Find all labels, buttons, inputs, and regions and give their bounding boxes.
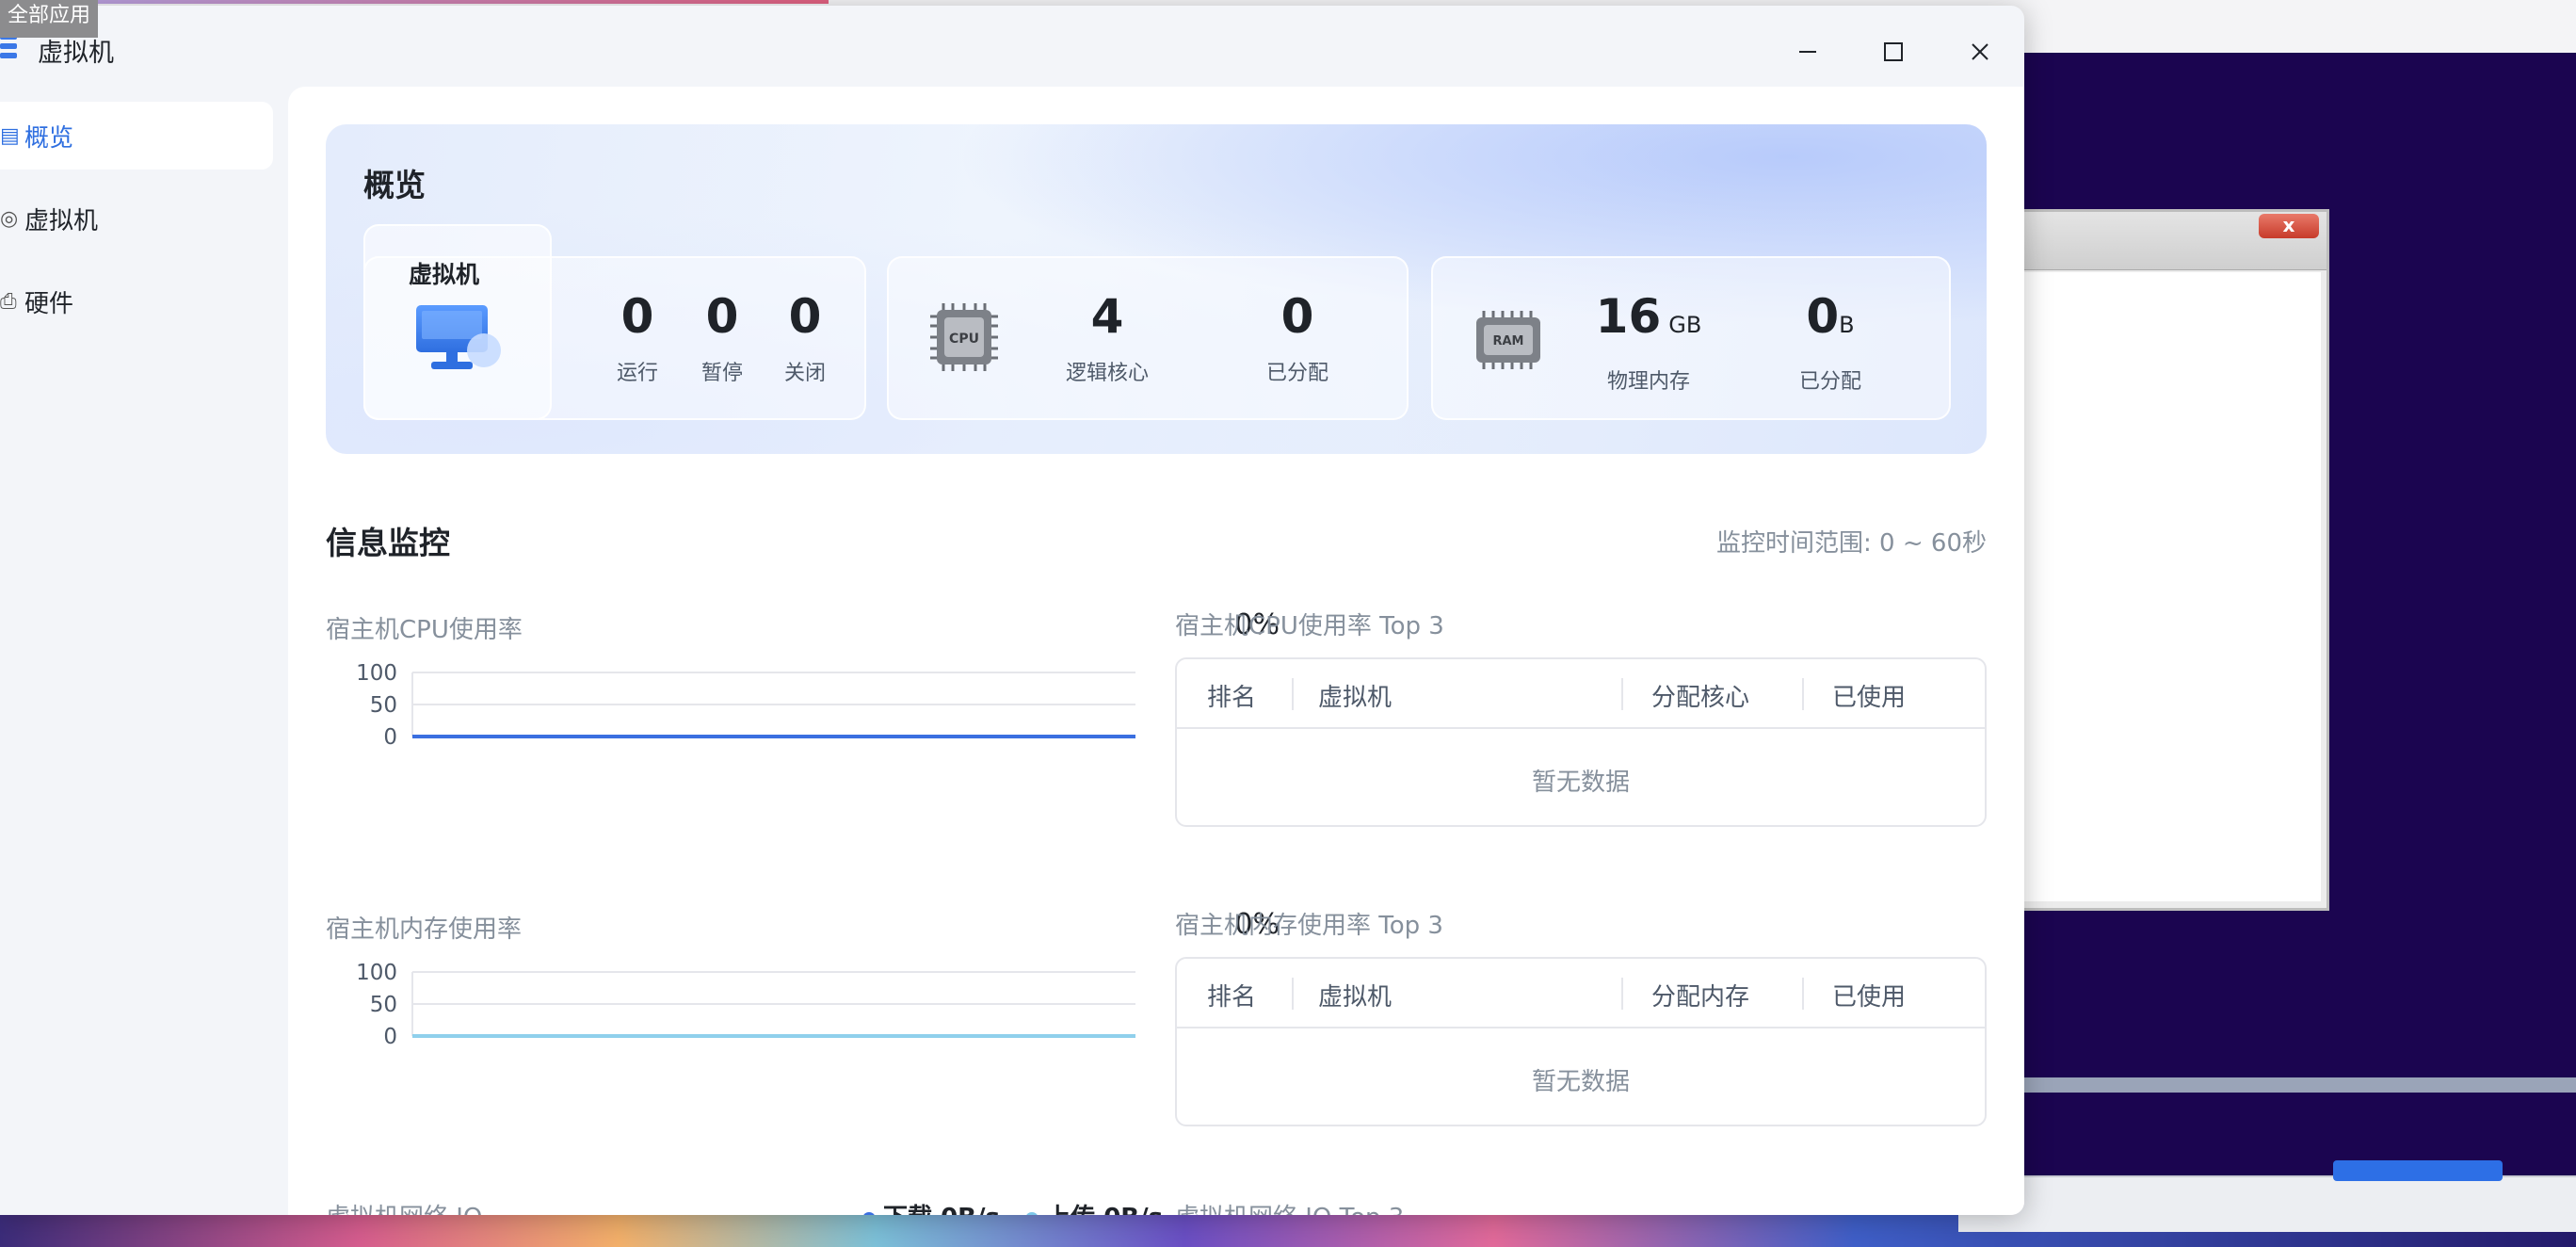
net-io-top3-title: 虚拟机网络 IO Top 3 [1175, 1198, 1404, 1215]
background-dialog-titlebar: x [1980, 212, 2326, 270]
overview-title: 概览 [363, 167, 426, 203]
launcher-all-apps[interactable]: 全部应用 [0, 0, 99, 38]
titlebar: 虚拟机 [0, 6, 2024, 87]
cpu-usage-label: 宿主机CPU使用率 [326, 616, 523, 644]
y-tick-label: 50 [370, 993, 397, 1017]
column-header: 分配内存 [1651, 983, 1750, 1012]
vm-stopped-stat: 0 关闭 [783, 289, 826, 385]
cpu-logical-cores-stat: 4 逻辑核心 [1065, 289, 1149, 385]
cpu-usage-chart: 100 50 0 [356, 661, 1135, 750]
y-tick-label: 0 [383, 725, 397, 750]
cpu-allocated-stat: 0 已分配 [1265, 289, 1328, 385]
column-header: 已使用 [1832, 983, 1907, 1012]
close-button[interactable] [1956, 28, 2004, 75]
table-header: 排名 虚拟机 分配内存 已使用 [1177, 959, 1985, 1028]
table-header: 排名 虚拟机 分配核心 已使用 [1177, 659, 1985, 729]
monitor-title: 信息监控 [326, 525, 450, 561]
sidebar-item-label: 硬件 [24, 289, 74, 318]
hardware-icon: ⎙ [0, 289, 17, 314]
column-header: 分配核心 [1651, 684, 1750, 712]
overview-icon: ▤ [0, 123, 20, 148]
net-io-label: 虚拟机网络 IO [326, 1198, 482, 1215]
background-dialog-close-button[interactable]: x [2259, 214, 2319, 238]
mem-usage-label: 宿主机内存使用率 [326, 915, 523, 944]
y-tick-label: 100 [356, 661, 397, 686]
background-button[interactable] [2333, 1160, 2503, 1181]
background-dialog-body [1980, 272, 2321, 901]
maximize-icon [1884, 42, 1903, 61]
upload-legend-dot [1025, 1211, 1039, 1215]
sidebar-item-hardware[interactable]: ⎙ 硬件 [0, 267, 273, 335]
cpu-top3-table: 排名 虚拟机 分配核心 已使用 暂无数据 [1175, 657, 1987, 827]
column-header: 排名 [1207, 983, 1257, 1012]
empty-state: 暂无数据 [1531, 1068, 1630, 1096]
column-header: 虚拟机 [1318, 684, 1393, 712]
vm-paused-stat: 0 暂停 [700, 289, 743, 385]
y-tick-label: 100 [356, 961, 397, 985]
y-tick-label: 50 [370, 693, 397, 718]
vm-icon: ◎ [0, 206, 19, 231]
minimize-button[interactable] [1784, 28, 1831, 75]
column-header: 排名 [1207, 684, 1257, 712]
ram-allocated-stat: 0B 已分配 [1798, 289, 1861, 394]
background-scrollbar [2024, 1077, 2576, 1093]
download-legend-dot [862, 1211, 876, 1215]
close-icon [1972, 43, 1988, 60]
column-header: 已使用 [1832, 684, 1907, 712]
vm-manager-window: 虚拟机 ▤ 概览 ◎ 虚拟机 ⎙ 硬件 概览 虚拟机 0 运行 0 暂停 0 关… [0, 6, 2024, 1215]
overview-panel: 概览 虚拟机 0 运行 0 暂停 0 关闭 CPU 4 逻辑核心 0 已分配 R… [326, 124, 1987, 454]
cpu-top3-title: 宿主机CPU使用率 Top 3 [1175, 612, 1444, 640]
mem-usage-chart: 100 50 0 [356, 961, 1135, 1049]
background-dialog: x [1977, 209, 2329, 911]
empty-state: 暂无数据 [1531, 769, 1630, 797]
mem-top3-table: 排名 虚拟机 分配内存 已使用 暂无数据 [1175, 957, 1987, 1126]
column-header: 虚拟机 [1318, 983, 1393, 1012]
ram-icon: RAM [1476, 311, 1540, 369]
svg-text:CPU: CPU [949, 332, 979, 347]
vm-card-label: 虚拟机 [409, 261, 480, 288]
minimize-icon [1799, 51, 1816, 53]
y-tick-label: 0 [383, 1025, 397, 1049]
sidebar-item-overview[interactable]: ▤ 概览 [0, 102, 273, 170]
cpu-icon: CPU [930, 303, 998, 371]
ram-physical-stat: 16 GB 物理内存 [1595, 289, 1702, 394]
monitor-range: 监控时间范围: 0 ~ 60秒 [1716, 529, 1987, 558]
main-content: 概览 虚拟机 0 运行 0 暂停 0 关闭 CPU 4 逻辑核心 0 已分配 R… [288, 87, 2024, 1215]
svg-text:RAM: RAM [1492, 334, 1523, 348]
net-io-legend: 下载 0B/s 上传 0B/s [862, 1198, 1163, 1215]
sidebar-item-label: 虚拟机 [24, 206, 99, 235]
mem-top3-title: 宿主机内存使用率 Top 3 [1175, 912, 1443, 940]
maximize-button[interactable] [1870, 28, 1917, 75]
app-icon [0, 34, 17, 62]
sidebar-item-label: 概览 [24, 123, 74, 153]
sidebar-item-vm[interactable]: ◎ 虚拟机 [0, 185, 273, 252]
monitor-icon [416, 305, 501, 369]
vm-running-stat: 0 运行 [616, 289, 658, 385]
